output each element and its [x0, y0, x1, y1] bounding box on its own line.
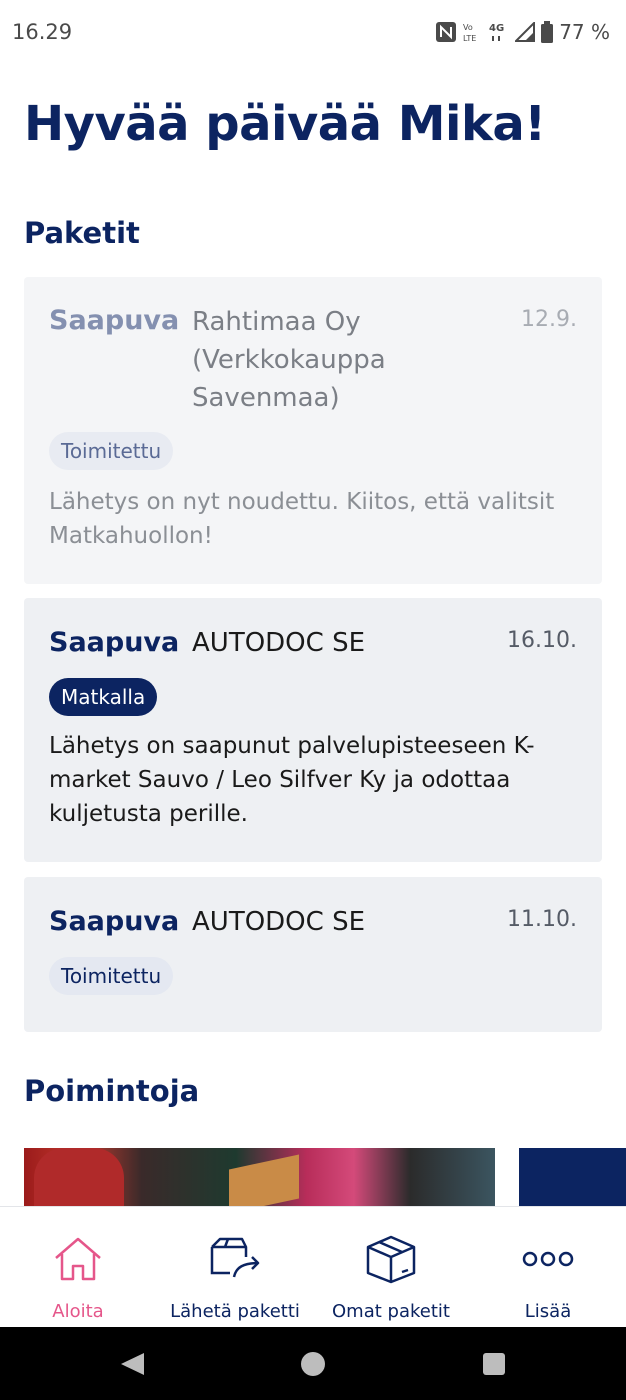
status-time: 16.29	[12, 20, 73, 44]
promo-card-image[interactable]	[24, 1148, 495, 1206]
home-icon	[53, 1233, 103, 1285]
home-button-icon[interactable]	[299, 1351, 327, 1381]
package-box-icon	[365, 1233, 417, 1285]
package-date: 11.10.	[507, 907, 577, 932]
nav-item-send-package[interactable]: Lähetä paketti	[160, 1207, 310, 1328]
package-message: Lähetys on nyt noudettu. Kiitos, että va…	[49, 489, 555, 549]
greeting-title: Hyvää päivää Mika!	[24, 96, 546, 152]
package-card[interactable]: Saapuva AUTODOC SE 11.10. Toimitettu	[24, 877, 602, 1032]
package-sender-line: (Verkkokauppa	[192, 345, 386, 375]
status-icons: Vo LTE 4G 77 %	[435, 20, 610, 44]
bottom-nav: Aloita Lähetä paketti Omat paketit Lisää	[0, 1206, 626, 1327]
package-message: Lähetys on saapunut palvelupisteeseen K-…	[49, 733, 535, 827]
nav-label-send-package: Lähetä paketti	[170, 1301, 300, 1322]
package-date: 16.10.	[507, 628, 577, 653]
status-badge: Toimitettu	[49, 957, 174, 995]
send-package-icon	[208, 1233, 262, 1285]
svg-text:LTE: LTE	[463, 34, 476, 43]
battery-icon	[541, 21, 554, 43]
package-sender-line: Savenmaa)	[192, 383, 340, 413]
promo-person-shape	[34, 1148, 124, 1206]
more-dots-icon	[522, 1233, 574, 1285]
recents-icon[interactable]	[481, 1351, 507, 1381]
signal-icon	[515, 22, 536, 42]
package-sender-line: Rahtimaa Oy	[192, 307, 361, 337]
nav-item-home[interactable]: Aloita	[28, 1207, 128, 1328]
package-sender: Rahtimaa Oy (Verkkokauppa Savenmaa)	[192, 303, 386, 417]
package-card[interactable]: Saapuva AUTODOC SE 16.10. Matkalla Lähet…	[24, 598, 602, 862]
back-icon[interactable]	[118, 1351, 146, 1381]
promo-box-shape	[229, 1154, 299, 1206]
package-date: 12.9.	[521, 307, 577, 332]
nav-label-home: Aloita	[52, 1301, 104, 1322]
promo-card[interactable]	[519, 1148, 626, 1206]
package-sender: AUTODOC SE	[192, 907, 365, 937]
status-bar: 16.29 Vo LTE 4G 77 %	[0, 0, 626, 66]
status-badge: Toimitettu	[49, 432, 174, 470]
volte-icon: Vo LTE	[463, 21, 483, 43]
nav-label-more: Lisää	[524, 1301, 572, 1322]
package-sender: AUTODOC SE	[192, 628, 365, 658]
system-nav-bar	[0, 1327, 626, 1400]
package-type: Saapuva	[49, 627, 180, 658]
nfc-icon	[435, 21, 457, 43]
package-card[interactable]: Saapuva Rahtimaa Oy (Verkkokauppa Savenm…	[24, 277, 602, 584]
package-type: Saapuva	[49, 305, 180, 336]
svg-text:4G: 4G	[489, 23, 504, 34]
packages-section-title: Paketit	[24, 216, 140, 250]
status-badge: Matkalla	[49, 678, 158, 716]
nav-label-own-packages: Omat paketit	[332, 1301, 450, 1322]
network-4g-icon: 4G	[489, 21, 509, 43]
battery-percent: 77 %	[559, 20, 610, 44]
nav-item-own-packages[interactable]: Omat paketit	[320, 1207, 462, 1328]
picks-section-title: Poimintoja	[24, 1074, 200, 1108]
package-type: Saapuva	[49, 906, 180, 937]
svg-text:Vo: Vo	[463, 23, 473, 32]
nav-item-more[interactable]: Lisää	[498, 1207, 598, 1328]
